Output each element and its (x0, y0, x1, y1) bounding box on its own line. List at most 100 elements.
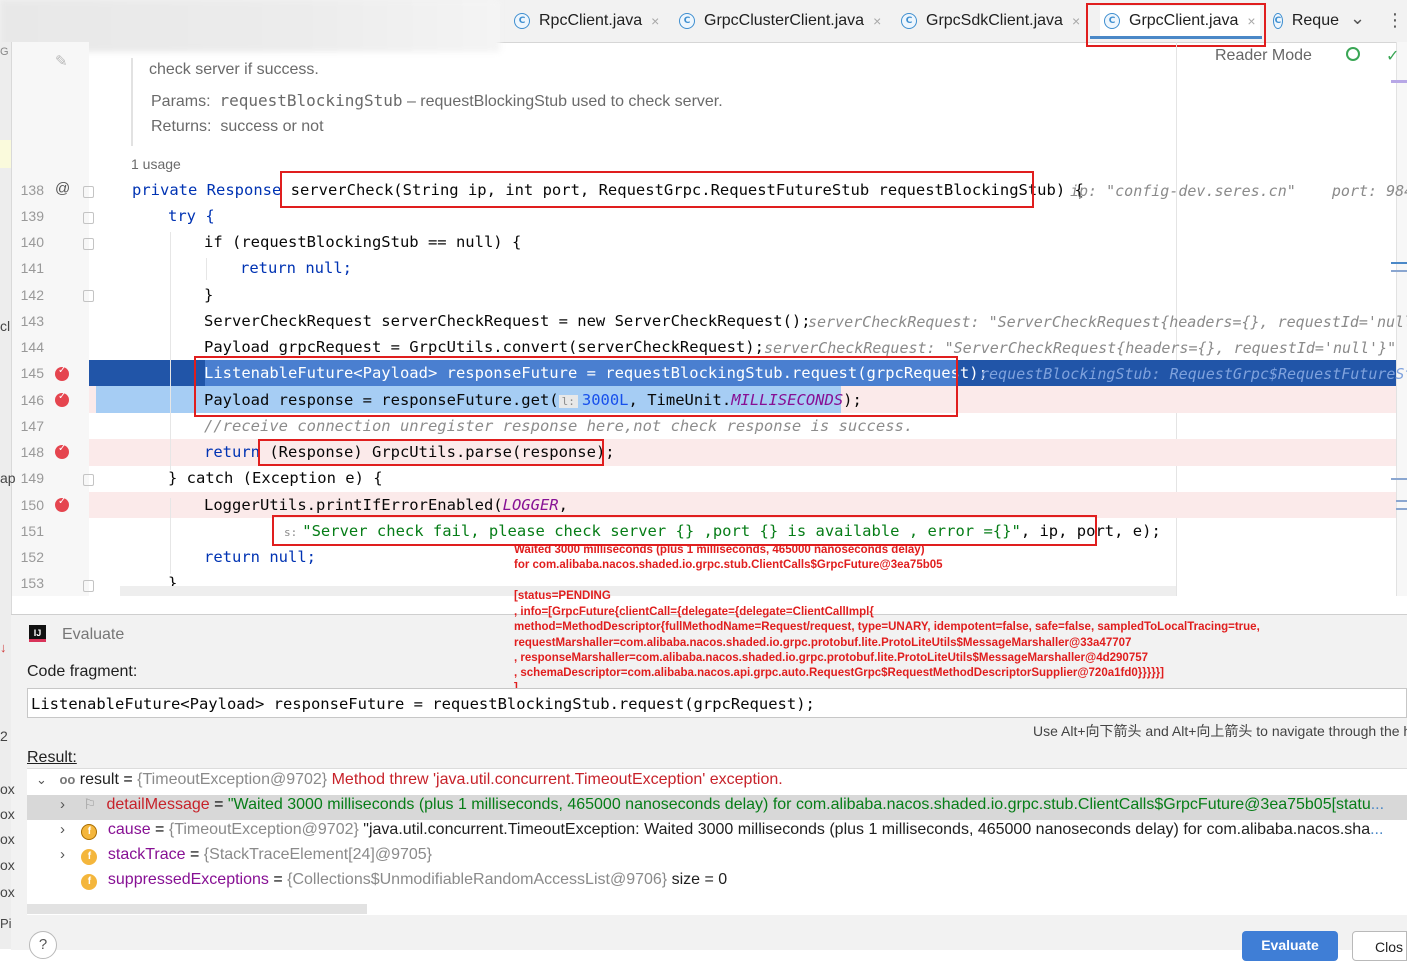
field-icon: f (81, 874, 98, 890)
line-number: 143 (20, 313, 44, 329)
annotation-line: , responseMarshaller=com.alibaba.nacos.s… (514, 652, 1149, 664)
editor-horizontal-scrollbar[interactable] (120, 586, 1176, 596)
left-edge-fragment: ox (0, 806, 15, 822)
line-number: 148 (20, 444, 44, 460)
field-name: stackTrace (107, 846, 186, 863)
line-number: 147 (20, 418, 44, 434)
fold-icon[interactable] (83, 186, 94, 198)
breakpoint-icon[interactable] (55, 496, 69, 512)
highlight-box-active-tab (1086, 3, 1266, 47)
result-field-row[interactable]: › ⚐ detailMessage = "Waited 3000 millise… (27, 796, 1407, 821)
scrollbar-marker (1391, 262, 1407, 264)
field-icon: f (81, 849, 98, 865)
left-edge-fragment: ox (0, 884, 15, 900)
line-number: 145 (20, 365, 44, 381)
help-button[interactable]: ? (29, 931, 57, 959)
code-line-141: return null; (240, 259, 352, 277)
annotation-line: method=MethodDescriptor{fullMethodName=R… (514, 621, 1260, 633)
line-number: 142 (20, 287, 44, 303)
tab-rpcclient[interactable]: C RpcClient.java × (514, 6, 659, 36)
expand-icon[interactable]: › (60, 796, 71, 813)
result-field-row[interactable]: › f cause = {TimeoutException@9702} "jav… (27, 821, 1407, 846)
fold-icon[interactable] (83, 474, 94, 486)
line-number: 151 (20, 523, 44, 539)
close-icon[interactable]: × (1072, 13, 1080, 29)
result-name: result (79, 771, 119, 788)
scrollbar-marker (1391, 80, 1407, 83)
indent-guide (170, 232, 171, 470)
annotation-line: [status=PENDING (514, 590, 611, 602)
code-token: , (558, 496, 568, 514)
indent-guide (206, 258, 207, 280)
code-line-140: if (requestBlockingStub == null) { (204, 233, 522, 251)
close-icon[interactable]: × (651, 13, 659, 29)
highlight-box-method-signature (280, 171, 1034, 208)
collapse-icon[interactable]: ⌄ (36, 772, 47, 788)
result-message: Method threw 'java.util.concurrent.Timeo… (327, 771, 783, 788)
tab-grpcsdkclient[interactable]: C GrpcSdkClient.java × (901, 6, 1080, 36)
result-field-row[interactable]: f suppressedExceptions = {Collections$Un… (27, 871, 1407, 896)
inspection-ok-icon[interactable] (1346, 47, 1360, 61)
inline-debug-hint: requestBlockingStub: RequestGrpc$Request… (980, 365, 1407, 383)
checkmark-icon: ✓ (1386, 48, 1400, 65)
edit-doc-icon[interactable]: ✎ (55, 52, 68, 70)
navigation-hint: Use Alt+向下箭头 and Alt+向上箭头 to navigate th… (1033, 723, 1407, 739)
tab-grpcclusterclient[interactable]: C GrpcClusterClient.java × (679, 6, 881, 36)
annotation-line: , info=[GrpcFuture{clientCall={delegate=… (514, 606, 874, 618)
fold-icon[interactable] (83, 290, 94, 302)
tab-label: GrpcSdkClient.java (926, 12, 1063, 29)
java-class-icon: C (514, 13, 530, 29)
tab-label: Reque (1291, 12, 1339, 29)
close-button[interactable]: Clos (1352, 931, 1407, 961)
left-edge-arrow-icon: ↓ (0, 640, 7, 655)
flag-icon: ⚐ (83, 796, 97, 812)
result-ref: {TimeoutException@9702} (137, 771, 328, 788)
tabs-dropdown-icon[interactable]: ⌄ (1350, 8, 1365, 29)
tab-request[interactable]: C Reque (1273, 6, 1339, 36)
more-icon[interactable]: ⋮ (1386, 10, 1404, 31)
field-eq: = (150, 821, 169, 838)
annotation-line: for com.alibaba.nacos.shaded.io.grpc.stu… (514, 559, 943, 571)
line-number: 152 (20, 549, 44, 565)
fold-icon[interactable] (83, 212, 94, 224)
annotation-line: Waited 3000 milliseconds (plus 1 millise… (514, 544, 925, 556)
reader-mode-button[interactable]: Reader Mode (1215, 47, 1312, 65)
line-number: 146 (20, 392, 44, 408)
breakpoint-icon[interactable] (55, 365, 69, 381)
highlight-box-log-args (272, 515, 1097, 546)
field-more-link[interactable]: ... (1371, 796, 1384, 813)
tab-label: GrpcClusterClient.java (704, 12, 865, 29)
usage-count[interactable]: 1 usage (131, 156, 181, 172)
code-token: LOGGER (502, 496, 559, 514)
doc-params-text: – requestBlockingStub used to check serv… (402, 93, 723, 110)
field-icon: f (81, 824, 98, 840)
fold-icon[interactable] (83, 580, 94, 592)
result-horizontal-scrollbar[interactable] (27, 904, 367, 914)
doc-params: Params: requestBlockingStub – requestBlo… (151, 91, 723, 111)
field-more-link[interactable]: ... (1370, 821, 1383, 838)
inline-debug-hint: serverCheckRequest: "ServerCheckRequest{… (808, 313, 1407, 331)
breakpoint-icon[interactable] (55, 391, 69, 407)
result-label: Result: (27, 749, 77, 766)
result-root-row[interactable]: ⌄ oo result = {TimeoutException@9702} Me… (27, 771, 1407, 796)
doc-params-name: requestBlockingStub (219, 91, 403, 110)
doc-description: check server if success. (149, 61, 319, 78)
fold-icon[interactable] (83, 238, 94, 250)
evaluate-button[interactable]: Evaluate (1242, 931, 1338, 961)
field-eq: = (185, 846, 204, 863)
expand-icon[interactable]: › (60, 846, 71, 863)
code-token: e); (1123, 522, 1161, 540)
code-fragment-input[interactable]: ListenableFuture<Payload> responseFuture… (27, 688, 1407, 718)
field-eq: = (209, 796, 228, 813)
expand-icon[interactable]: › (60, 821, 71, 838)
annotation-line: requestMarshaller=com.alibaba.nacos.shad… (514, 637, 1132, 649)
close-icon[interactable]: × (873, 13, 881, 29)
result-field-row[interactable]: › f stackTrace = {StackTraceElement[24]@… (27, 846, 1407, 871)
code-line-139: try { (168, 207, 215, 225)
intellij-logo-icon: IJ (29, 625, 46, 642)
override-at-icon[interactable]: @ (55, 180, 70, 197)
code-line-150: LoggerUtils.printIfErrorEnabled(LOGGER, (204, 496, 568, 514)
breakpoint-icon[interactable] (55, 443, 69, 459)
left-edge-fragment: Pi (0, 916, 12, 931)
field-name: detailMessage (106, 796, 210, 813)
